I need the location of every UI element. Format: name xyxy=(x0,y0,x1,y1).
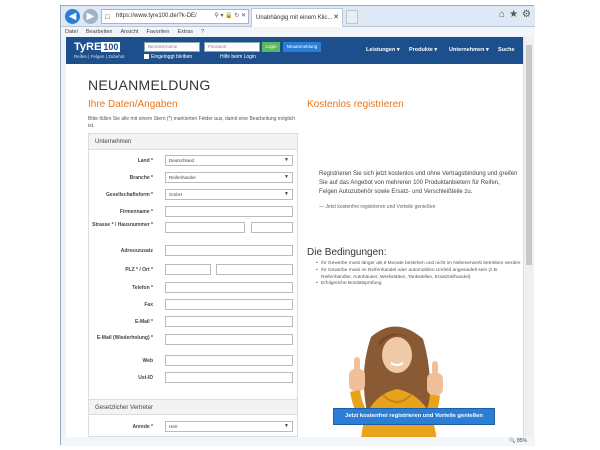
label-email-repeat: E-Mail (Wiederholung) * xyxy=(96,335,153,341)
telefon-input[interactable] xyxy=(165,282,293,293)
section-vertreter: Gesetzlicher Vertreter xyxy=(89,399,297,415)
favorites-star-icon[interactable]: ★ xyxy=(509,9,518,20)
conditions-heading: Die Bedingungen: xyxy=(307,247,387,258)
address-bar[interactable]: □ https://www.tyre100.de/?k-DE/ ⚲ ▾ 🔒 ↻ … xyxy=(101,9,249,24)
page-title: NEUANMELDUNG xyxy=(88,77,211,93)
label-web: Web xyxy=(142,358,153,364)
close-tab-icon[interactable]: ✕ xyxy=(333,9,339,27)
back-arrow-icon[interactable]: ◀ xyxy=(65,9,80,24)
menu-bearbeiten[interactable]: Bearbeiten xyxy=(86,29,113,35)
right-heading: Kostenlos registrieren xyxy=(307,99,404,110)
page-icon: □ xyxy=(105,14,110,21)
home-icon[interactable]: ⌂ xyxy=(499,9,505,20)
scrollbar-thumb[interactable] xyxy=(526,45,532,265)
label-ust-id: Ust-ID xyxy=(138,375,153,381)
list-item: Ihr Gewerbe muss länger als 6 Monate bes… xyxy=(316,261,521,268)
label-gesellschaftsform: Gesellschaftsform * xyxy=(106,192,153,198)
label-firmenname: Firmenname * xyxy=(119,209,153,215)
hausnummer-input[interactable] xyxy=(251,222,293,233)
settings-gear-icon[interactable]: ⚙ xyxy=(522,9,531,20)
web-input[interactable] xyxy=(165,355,293,366)
tab-title: Unabhängig mit einem Klic... xyxy=(256,15,333,21)
label-branche: Branche * xyxy=(129,175,153,181)
nav-produkte[interactable]: Produkte ▾ xyxy=(409,47,437,53)
menu-extras[interactable]: Extras xyxy=(177,29,193,35)
chevron-down-icon: ▼ xyxy=(284,423,289,429)
registration-form: Unternehmen Land * Deutschland ▼ Branche … xyxy=(88,133,298,437)
label-adresszusatz: Adresszusatz xyxy=(120,248,153,254)
land-select[interactable]: Deutschland ▼ xyxy=(165,155,293,166)
strasse-input[interactable] xyxy=(165,222,245,233)
section-unternehmen: Unternehmen xyxy=(89,134,297,150)
menu-bar: Datei Bearbeiten Ansicht Favoriten Extras? xyxy=(61,27,535,37)
fax-input[interactable] xyxy=(165,299,293,310)
nav-leistungen[interactable]: Leistungen ▾ xyxy=(366,47,400,53)
browser-window: ◀ ▶ □ https://www.tyre100.de/?k-DE/ ⚲ ▾ … xyxy=(60,5,535,446)
label-email: E-Mail * xyxy=(134,319,153,325)
branche-select[interactable]: Reifenhandel ▼ xyxy=(165,172,293,183)
chevron-down-icon: ▼ xyxy=(284,191,289,197)
email-input[interactable] xyxy=(165,316,293,327)
label-plz-ort: PLZ * / Ort * xyxy=(125,267,153,273)
anrede-select[interactable]: Herr ▼ xyxy=(165,421,293,432)
logo-tagline: Reifen | Felgen | Zubehör xyxy=(74,54,125,59)
form-hint: Bitte füllen Sie alle mit einem Stern (*… xyxy=(88,116,296,129)
site-logo[interactable]: TyRE 100 xyxy=(74,41,121,53)
site-header: TyRE 100 Reifen | Felgen | Zubehör Benutz… xyxy=(66,37,523,64)
web-page: TyRE 100 Reifen | Felgen | Zubehör Benutz… xyxy=(66,37,523,437)
zoom-level[interactable]: 85% xyxy=(517,438,527,444)
browser-tab[interactable]: Unabhängig mit einem Klic... ✕ xyxy=(251,8,343,27)
list-item: Erfolgreiche Bonitätsprüfung xyxy=(316,281,521,288)
register-cta-button[interactable]: Jetzt kostenfrei registrieren und Vortei… xyxy=(333,408,495,425)
left-heading: Ihre Daten/Angaben xyxy=(88,99,178,110)
username-input[interactable]: Benutzername xyxy=(144,42,200,52)
menu-datei[interactable]: Datei xyxy=(65,29,78,35)
list-item: Ihr Gewerbe muss im Reifenhandel oder au… xyxy=(316,268,521,282)
intro-subtext: — Jetzt kostenfrei registrieren und Vort… xyxy=(319,204,436,210)
browser-toolbar: ◀ ▶ □ https://www.tyre100.de/?k-DE/ ⚲ ▾ … xyxy=(61,6,535,27)
forward-arrow-icon[interactable]: ▶ xyxy=(83,9,98,24)
zoom-icon[interactable]: 🔍 xyxy=(509,438,517,444)
label-land: Land * xyxy=(137,158,153,164)
ort-input[interactable] xyxy=(216,264,293,275)
page-scrollbar[interactable] xyxy=(523,37,534,437)
menu-favoriten[interactable]: Favoriten xyxy=(147,29,170,35)
conditions-list: Ihr Gewerbe muss länger als 6 Monate bes… xyxy=(316,261,521,288)
nav-suche[interactable]: Suche xyxy=(498,47,515,53)
label-anrede: Anrede * xyxy=(132,424,153,430)
new-tab-button[interactable] xyxy=(346,10,358,24)
plz-input[interactable] xyxy=(165,264,211,275)
gesellschaftsform-select[interactable]: GmbH ▼ xyxy=(165,189,293,200)
login-button[interactable]: Login xyxy=(262,42,280,52)
email-repeat-input[interactable] xyxy=(165,334,293,345)
url-text: https://www.tyre100.de/?k-DE/ xyxy=(116,13,197,19)
chevron-down-icon: ▼ xyxy=(284,174,289,180)
login-help-link[interactable]: Hilfe beim Login xyxy=(220,54,256,60)
adresszusatz-input[interactable] xyxy=(165,245,293,256)
label-strasse: Strasse * / Hausnummer * xyxy=(92,222,153,228)
status-bar: 🔍 85% xyxy=(61,437,535,446)
keep-logged-in-checkbox[interactable]: Eingeloggt bleiben xyxy=(144,54,192,60)
label-telefon: Telefon * xyxy=(132,285,153,291)
register-button[interactable]: Neuanmeldung xyxy=(283,42,321,52)
intro-text: Registrieren Sie sich jetzt kostenlos un… xyxy=(319,171,518,210)
label-fax: Fax xyxy=(144,302,153,308)
chevron-down-icon: ▼ xyxy=(284,157,289,163)
firmenname-input[interactable] xyxy=(165,206,293,217)
address-controls-icon[interactable]: ⚲ ▾ 🔒 ↻ ✕ xyxy=(214,10,246,23)
menu-ansicht[interactable]: Ansicht xyxy=(120,29,138,35)
password-input[interactable]: Passwort xyxy=(204,42,260,52)
menu-help[interactable]: ? xyxy=(201,29,204,35)
nav-unternehmen[interactable]: Unternehmen ▾ xyxy=(449,47,489,53)
ust-id-input[interactable] xyxy=(165,372,293,383)
